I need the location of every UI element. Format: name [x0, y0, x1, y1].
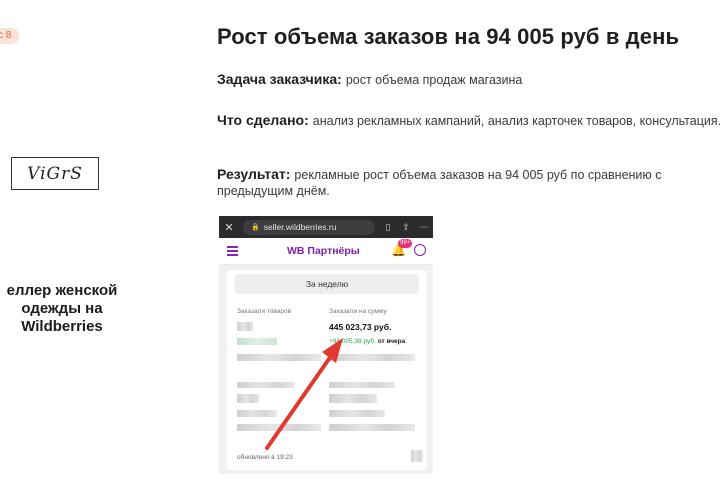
task-label: Задача заказчика:	[217, 71, 342, 87]
done-label: Что сделано:	[217, 112, 309, 128]
client-description: еллер женской одежды на Wildberries	[6, 282, 118, 335]
annotation-arrow	[265, 338, 343, 450]
task-row: Задача заказчика: рост объема продаж мага…	[217, 71, 720, 88]
client-logo: ViGrS	[11, 157, 99, 190]
result-row: Результат: рекламные рост объема заказов …	[217, 166, 720, 199]
case-badge: с 8	[0, 28, 20, 44]
done-row: Что сделано: анализ рекламных кампаний, а…	[217, 112, 720, 129]
phone-screenshot: ✕ 🔒 seller.wildberries.ru ▯ ⇪ ⋯ WB Партн…	[219, 216, 433, 474]
arrow-shaft	[265, 354, 333, 450]
result-label: Результат:	[217, 166, 291, 182]
case-title: Рост объема заказов на 94 005 руб в день	[217, 24, 680, 49]
done-text: анализ рекламных кампаний, анализ карточ…	[312, 114, 720, 128]
task-text: рост объема продаж магазина	[345, 73, 523, 87]
arrow-head	[322, 338, 343, 363]
